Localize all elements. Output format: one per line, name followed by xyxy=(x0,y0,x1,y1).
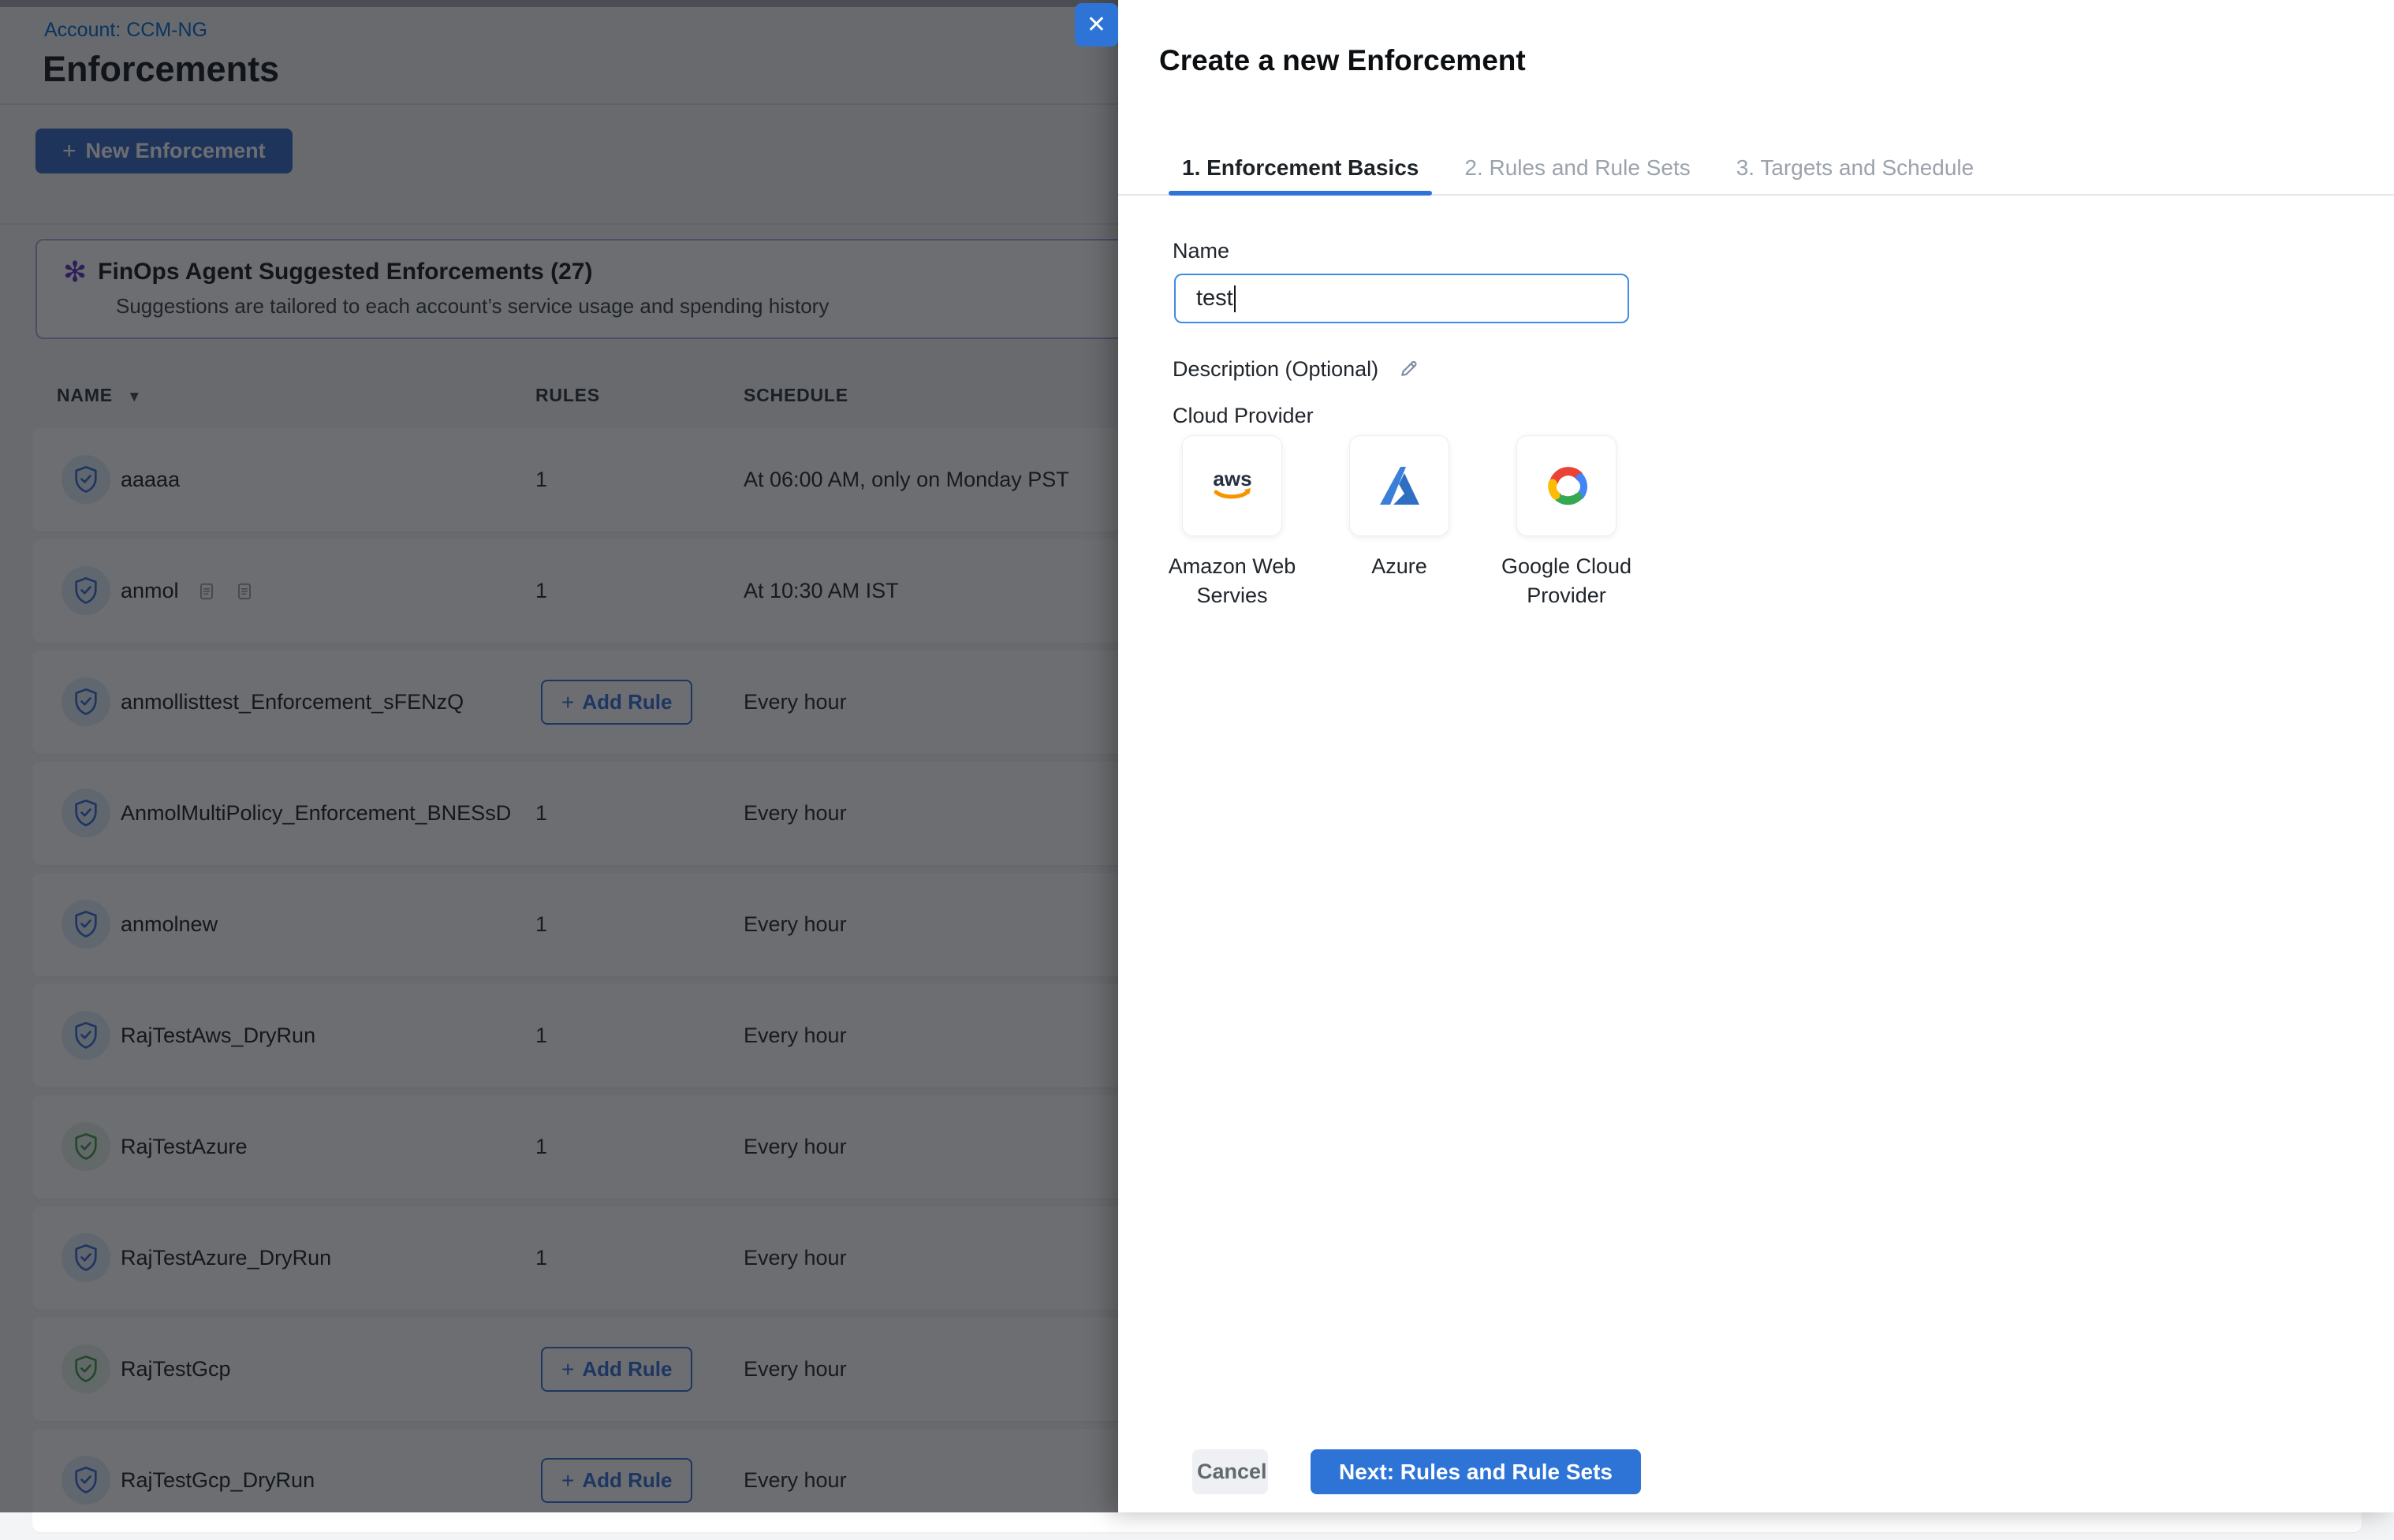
gcp-logo-icon xyxy=(1537,456,1597,516)
aws-card[interactable]: aws xyxy=(1182,435,1282,536)
azure-card[interactable] xyxy=(1349,435,1449,536)
aws-logo-icon: aws xyxy=(1203,456,1262,516)
next-rules-button[interactable]: Next: Rules and Rule Sets xyxy=(1311,1449,1641,1494)
wizard-tabs: 1. Enforcement Basics 2. Rules and Rule … xyxy=(1118,142,2394,196)
tab-enforcement-basics[interactable]: 1. Enforcement Basics xyxy=(1175,142,1426,194)
close-drawer-button[interactable]: ✕ xyxy=(1075,3,1118,47)
cancel-button[interactable]: Cancel xyxy=(1192,1449,1268,1494)
provider-option-aws[interactable]: aws Amazon Web Servies xyxy=(1182,435,1282,610)
tab-rules-and-rule-sets[interactable]: 2. Rules and Rule Sets xyxy=(1457,142,1697,194)
svg-text:aws: aws xyxy=(1213,467,1251,490)
azure-logo-icon xyxy=(1370,456,1430,516)
gcp-card[interactable] xyxy=(1516,435,1617,536)
name-label: Name xyxy=(1173,239,1229,263)
edit-pencil-icon[interactable] xyxy=(1396,356,1421,382)
drawer-title: Create a new Enforcement xyxy=(1159,44,1526,77)
create-enforcement-drawer: ✕ Create a new Enforcement 1. Enforcemen… xyxy=(1118,0,2394,1512)
provider-label: Azure xyxy=(1321,552,1479,581)
provider-option-azure[interactable]: Azure xyxy=(1349,435,1449,610)
description-label: Description (Optional) xyxy=(1173,357,1378,382)
provider-label: Amazon Web Servies xyxy=(1154,552,1311,610)
provider-label: Google Cloud Provider xyxy=(1488,552,1646,610)
text-cursor xyxy=(1234,285,1236,312)
name-input[interactable]: test xyxy=(1174,274,1629,323)
cloud-provider-options: aws Amazon Web Servies Azure xyxy=(1182,435,1617,610)
provider-option-gcp[interactable]: Google Cloud Provider xyxy=(1516,435,1617,610)
cloud-provider-label: Cloud Provider xyxy=(1173,404,1314,428)
name-input-value: test xyxy=(1196,285,1233,311)
tab-targets-and-schedule[interactable]: 3. Targets and Schedule xyxy=(1729,142,1981,194)
